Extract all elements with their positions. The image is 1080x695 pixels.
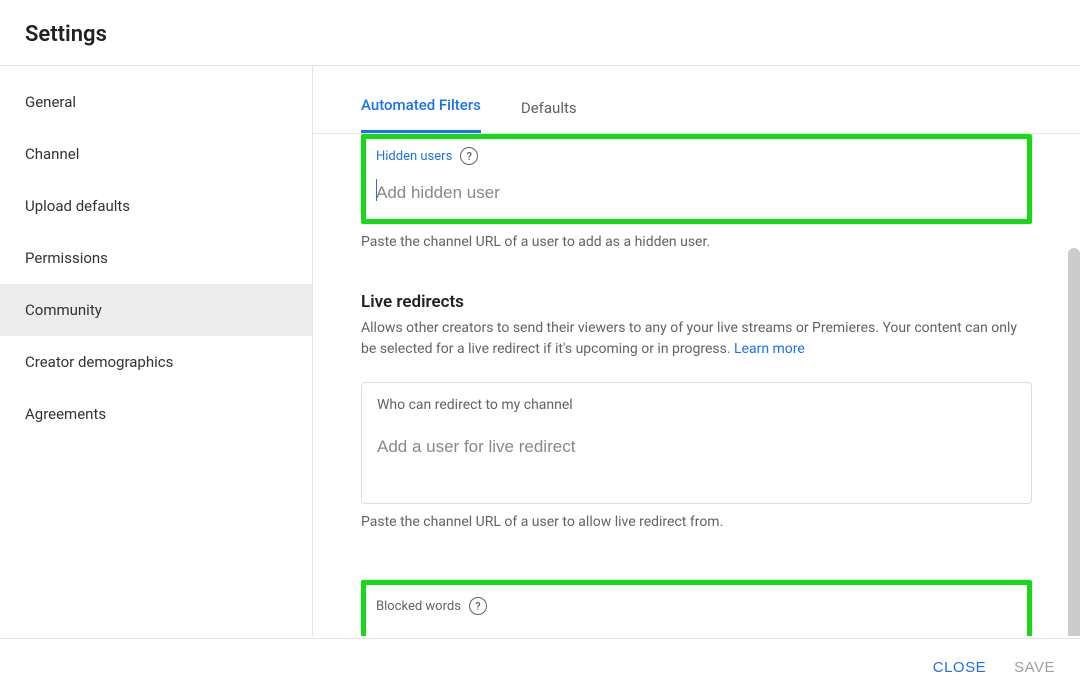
live-redirect-helper: Paste the channel URL of a user to allow… [361,514,1032,530]
sidebar-item-general[interactable]: General [0,76,312,128]
field-label-row: Hidden users ? [376,147,1017,165]
live-redirects-title: Live redirects [361,292,1032,312]
page-title: Settings [25,22,1055,47]
sidebar-item-creator-demographics[interactable]: Creator demographics [0,336,312,388]
help-icon[interactable]: ? [469,597,487,615]
live-redirect-field: Who can redirect to my channel [361,382,1032,504]
sidebar-item-permissions[interactable]: Permissions [0,232,312,284]
sidebar-item-label: Permissions [25,249,108,267]
sidebar-item-channel[interactable]: Channel [0,128,312,180]
sidebar-item-label: Channel [25,145,79,163]
blocked-words-label: Blocked words [376,599,461,614]
settings-body: General Channel Upload defaults Permissi… [0,66,1080,636]
live-redirects-desc-text: Allows other creators to send their view… [361,320,1017,357]
tab-content: Hidden users ? Paste the channel URL of … [313,134,1080,636]
sidebar-item-community[interactable]: Community [0,284,312,336]
hidden-users-input[interactable] [376,177,1017,207]
hidden-users-label: Hidden users [376,149,452,164]
learn-more-link[interactable]: Learn more [734,341,805,357]
sidebar-item-label: Creator demographics [25,353,173,371]
input-cursor [376,177,1017,207]
scrollbar[interactable] [1068,248,1080,636]
field-label-row: Blocked words ? [376,597,1017,615]
tabs-row: Automated Filters Defaults [313,66,1080,134]
sidebar-item-label: General [25,93,76,111]
sidebar-item-label: Upload defaults [25,197,130,215]
close-button[interactable]: CLOSE [933,659,986,676]
save-button[interactable]: SAVE [1014,659,1055,676]
sidebar-item-label: Agreements [25,405,106,423]
settings-footer: CLOSE SAVE [0,638,1080,695]
tab-defaults[interactable]: Defaults [521,99,577,133]
settings-main: Automated Filters Defaults Hidden users … [313,66,1080,636]
sidebar-item-label: Community [25,301,102,319]
hidden-users-field: Hidden users ? [361,134,1032,224]
help-icon[interactable]: ? [460,147,478,165]
sidebar-item-agreements[interactable]: Agreements [0,388,312,440]
settings-header: Settings [0,0,1080,66]
hidden-users-helper: Paste the channel URL of a user to add a… [361,234,1032,250]
live-redirects-description: Allows other creators to send their view… [361,318,1032,360]
blocked-words-field: Blocked words ? [361,580,1032,636]
live-redirect-input[interactable] [377,431,1016,461]
tab-automated-filters[interactable]: Automated Filters [361,96,481,133]
blocked-words-input[interactable] [376,627,1017,636]
live-redirect-label: Who can redirect to my channel [377,397,1016,413]
settings-sidebar: General Channel Upload defaults Permissi… [0,66,313,636]
sidebar-item-upload-defaults[interactable]: Upload defaults [0,180,312,232]
